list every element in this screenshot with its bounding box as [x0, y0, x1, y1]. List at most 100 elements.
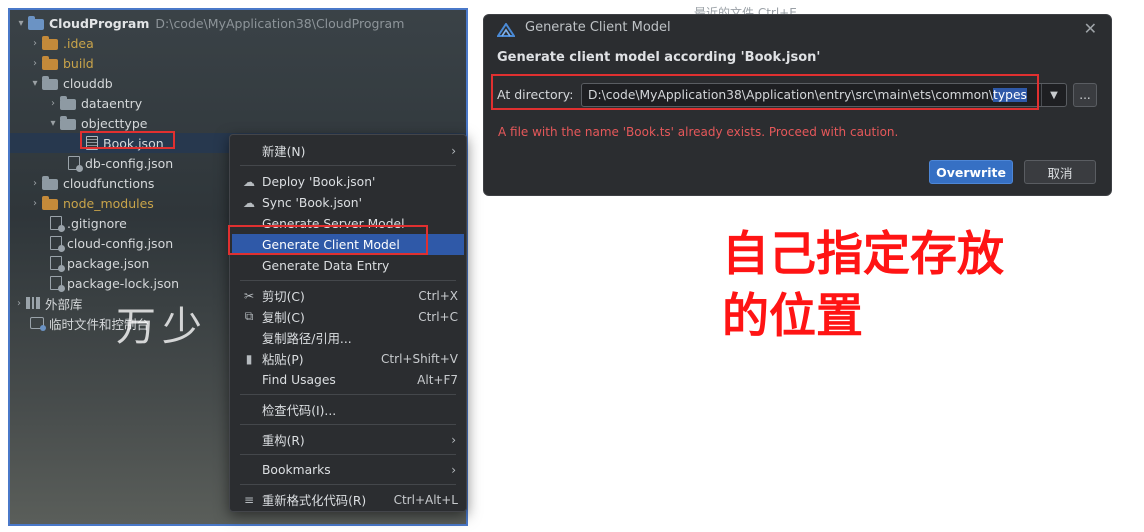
config-file-icon — [50, 236, 65, 252]
menu-item-label: Generate Data Entry — [262, 258, 390, 273]
tree-root-name: CloudProgram — [49, 15, 150, 31]
menu-item-shortcut: Ctrl+Shift+V — [381, 351, 458, 366]
menu-item-bookmarks[interactable]: Bookmarks › — [232, 459, 464, 480]
menu-item-highlight-box — [228, 225, 428, 255]
menu-item-paste[interactable]: ▮ 粘贴(P) Ctrl+Shift+V — [232, 348, 464, 369]
chevron-right-icon[interactable]: › — [28, 56, 42, 70]
reformat-icon: ≡ — [243, 492, 255, 507]
menu-item-label: 粘贴(P) — [262, 352, 304, 367]
annotation-line-2: 的位置 — [722, 289, 863, 344]
menu-item-shortcut: Ctrl+C — [418, 309, 458, 324]
chevron-down-icon[interactable]: ▼ — [1041, 84, 1066, 106]
menu-item-inspect-code[interactable]: 检查代码(I)... — [232, 399, 464, 420]
directory-highlight-box — [491, 74, 1039, 110]
chevron-right-icon[interactable]: › — [46, 96, 60, 110]
module-folder-icon — [28, 15, 44, 30]
browse-button[interactable]: ... — [1073, 83, 1097, 107]
menu-item-label: 复制(C) — [262, 310, 305, 325]
libraries-icon — [26, 297, 40, 309]
menu-item-label: Find Usages — [262, 372, 336, 387]
menu-item-label: Bookmarks — [262, 462, 331, 477]
tree-item-label: clouddb — [63, 75, 113, 91]
menu-item-label: 检查代码(I)... — [262, 403, 337, 418]
chevron-down-icon[interactable]: ▾ — [28, 76, 42, 90]
cloud-upload-icon: ☁ — [243, 174, 255, 189]
tree-item-label: cloud-config.json — [67, 235, 174, 251]
config-file-icon — [50, 256, 65, 272]
menu-item-label: Deploy 'Book.json' — [262, 174, 376, 189]
tree-item-label: .gitignore — [67, 215, 127, 231]
folder-icon — [42, 55, 58, 70]
overwrite-button[interactable]: Overwrite — [929, 160, 1013, 184]
menu-item-find-usages[interactable]: Find Usages Alt+F7 — [232, 369, 464, 390]
menu-item-reformat-code[interactable]: ≡ 重新格式化代码(R) Ctrl+Alt+L — [232, 489, 464, 510]
menu-item-label: 剪切(C) — [262, 289, 305, 304]
folder-icon — [42, 195, 58, 210]
menu-item-cut[interactable]: ✂ 剪切(C) Ctrl+X — [232, 285, 464, 306]
chevron-right-icon[interactable]: › — [28, 176, 42, 190]
menu-item-copy[interactable]: ⧉ 复制(C) Ctrl+C — [232, 306, 464, 327]
menu-item-deploy[interactable]: ☁ Deploy 'Book.json' — [232, 171, 464, 192]
folder-icon — [42, 175, 58, 190]
chevron-right-icon[interactable]: › — [12, 296, 26, 310]
tree-item-label: objecttype — [81, 115, 148, 131]
menu-item-label: Sync 'Book.json' — [262, 195, 362, 210]
chevron-right-icon[interactable]: › — [28, 196, 42, 210]
submenu-arrow-icon: › — [451, 143, 456, 158]
tree-item-build[interactable]: › build — [10, 53, 466, 73]
config-file-icon — [50, 216, 65, 232]
menu-separator — [240, 394, 456, 395]
menu-item-generate-data-entry[interactable]: Generate Data Entry — [232, 255, 464, 276]
tree-item-label: db-config.json — [85, 155, 174, 171]
tree-root-path: D:\code\MyApplication38\CloudProgram — [155, 15, 405, 31]
tree-item-label: package-lock.json — [67, 275, 180, 291]
chevron-down-icon[interactable]: ▾ — [46, 116, 60, 130]
app-logo-icon — [497, 23, 515, 37]
menu-item-label: 新建(N) — [262, 144, 306, 159]
copy-icon: ⧉ — [244, 309, 254, 323]
menu-item-shortcut: Alt+F7 — [417, 372, 458, 387]
tree-item-label: 外部库 — [45, 296, 83, 312]
tree-root-cloudprogram[interactable]: ▾ CloudProgram D:\code\MyApplication38\C… — [10, 13, 466, 33]
menu-item-label: 重新格式化代码(R) — [262, 493, 367, 508]
context-menu: 新建(N) › ☁ Deploy 'Book.json' ☁ Sync 'Boo… — [229, 134, 467, 512]
tree-item-objecttype[interactable]: ▾ objecttype — [10, 113, 466, 133]
menu-item-label: 复制路径/引用... — [262, 331, 352, 346]
submenu-arrow-icon: › — [451, 462, 456, 477]
tree-item-label: .idea — [63, 35, 94, 51]
folder-icon — [42, 75, 58, 90]
tree-item-label: cloudfunctions — [63, 175, 155, 191]
config-file-icon — [68, 156, 83, 172]
annotation-line-1: 自己指定存放 — [722, 227, 1004, 282]
cancel-button[interactable]: 取消 — [1024, 160, 1096, 184]
tree-item-clouddb[interactable]: ▾ clouddb — [10, 73, 466, 93]
dialog-title: Generate Client Model — [525, 20, 671, 35]
tree-item-label: dataentry — [81, 95, 143, 111]
menu-separator — [240, 280, 456, 281]
menu-item-new[interactable]: 新建(N) › — [232, 140, 464, 161]
annotation-text: 自己指定存放 的位置 — [722, 224, 1042, 348]
submenu-arrow-icon: › — [451, 432, 456, 447]
close-icon[interactable]: ✕ — [1084, 19, 1097, 38]
menu-item-copy-path[interactable]: 复制路径/引用... — [232, 327, 464, 348]
background-calligraphy: 万少 — [116, 304, 208, 350]
menu-separator — [240, 484, 456, 485]
folder-icon — [42, 35, 58, 50]
menu-item-refactor[interactable]: 重构(R) › — [232, 429, 464, 450]
tree-item-dataentry[interactable]: › dataentry — [10, 93, 466, 113]
tree-item-idea[interactable]: › .idea — [10, 33, 466, 53]
scratches-icon — [30, 317, 46, 331]
tree-item-label: package.json — [67, 255, 150, 271]
chevron-down-icon[interactable]: ▾ — [14, 16, 28, 30]
menu-separator — [240, 424, 456, 425]
folder-icon — [60, 115, 76, 130]
folder-icon — [60, 95, 76, 110]
warning-message: A file with the name 'Book.ts' already e… — [498, 125, 899, 139]
menu-item-label: 重构(R) — [262, 433, 305, 448]
chevron-right-icon[interactable]: › — [28, 36, 42, 50]
book-json-highlight-box — [80, 131, 175, 149]
cloud-sync-icon: ☁ — [243, 195, 255, 210]
tree-item-label: build — [63, 55, 94, 71]
menu-item-sync[interactable]: ☁ Sync 'Book.json' — [232, 192, 464, 213]
menu-separator — [240, 165, 456, 166]
